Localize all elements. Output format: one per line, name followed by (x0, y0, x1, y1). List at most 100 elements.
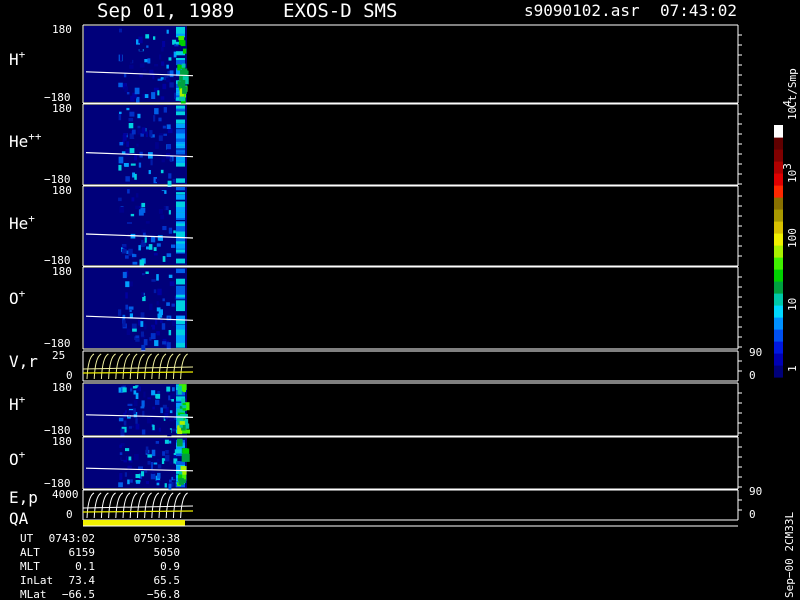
spectrogram-cell (123, 420, 127, 426)
spectrogram-cell (118, 417, 124, 422)
spectrogram-cell (162, 41, 166, 47)
trajectory-curve (144, 353, 152, 380)
spectrogram-cell (133, 441, 138, 445)
spectrogram-cell (138, 245, 141, 251)
spectrogram-cell (168, 483, 172, 490)
spectrogram-cell (138, 36, 143, 44)
spectrogram-cell (171, 303, 175, 307)
spectrogram-cell (120, 428, 125, 436)
spectrogram-cell (119, 142, 124, 146)
spectrogram-cell (158, 117, 162, 122)
spectrogram-cell (142, 69, 147, 72)
spectrogram-cell (132, 253, 137, 258)
spectrogram-cell (151, 92, 156, 99)
spectrogram-cell (153, 462, 158, 465)
footer-row-key: MLat (20, 588, 47, 600)
panel-o2: O+180−180 (9, 435, 742, 490)
spectrogram-cell (145, 221, 151, 224)
spectrogram-cell (129, 148, 135, 154)
colorbar-swatch (774, 233, 783, 246)
reference-trace (82, 371, 194, 374)
spectrogram-cell (153, 247, 157, 251)
spectrogram-cell (119, 206, 125, 213)
trajectory-curve (165, 353, 174, 380)
spectrogram-cell (118, 309, 122, 316)
spectrogram-cell (130, 163, 136, 166)
trajectory-curve (172, 492, 181, 519)
spectrogram-cell (167, 429, 172, 437)
spectrogram-cell (176, 207, 185, 213)
spectrogram-figure: Sep 01, 1989 EXOS-D SMS s9090102.asr 07:… (9, 0, 799, 600)
spectrogram-cell (171, 259, 176, 262)
spectrogram-cell (118, 482, 123, 488)
spectrogram-cell (147, 460, 151, 465)
spectrogram-cell (141, 471, 145, 477)
spectrogram-cell (176, 156, 185, 161)
footer-row-value-end: 0.9 (160, 560, 180, 573)
colorbar-swatch (774, 269, 783, 282)
spectrogram-cell (119, 452, 123, 455)
spectrogram-cell (135, 418, 138, 424)
footer-row-value-start: 73.4 (69, 574, 96, 587)
spectrogram-cell (178, 96, 186, 102)
spectrogram-cell (176, 145, 185, 148)
spectrogram-cell (137, 410, 141, 415)
footer-row-value-end: 5050 (154, 546, 181, 559)
colorbar-swatch (774, 281, 783, 294)
footer-row: ALT 6159 5050 (20, 546, 180, 559)
colorbar-tick-label: 103 (781, 163, 799, 183)
trajectory-curve (93, 492, 102, 519)
spectrogram-cell (130, 410, 134, 415)
spectrogram-cell (139, 259, 145, 266)
qa-label: QA (9, 509, 29, 528)
spectrogram-cell (125, 281, 130, 288)
panel-top-tick: 4000 (52, 488, 79, 501)
spectrogram-cell (145, 34, 150, 39)
spectrogram-cell (151, 449, 156, 457)
panel-label-o1: O+ (9, 287, 26, 308)
spectrogram-cell (146, 49, 151, 52)
spectrogram-cell (176, 258, 185, 263)
spectrogram-cell (172, 387, 175, 392)
spectrogram-cell (134, 251, 138, 255)
spectrogram-cell (118, 164, 122, 171)
spectrogram-cell (160, 190, 165, 195)
spectrogram-cell (163, 133, 167, 136)
spectrogram-cell (182, 86, 187, 94)
spectrogram-cell (159, 69, 163, 77)
spectrogram-cell (173, 230, 176, 234)
spectrogram-cell (176, 338, 185, 343)
footer-info-table: UT 0743:02 0750:38ALT 6159 5050MLT 0.1 0.9InLa… (20, 532, 180, 600)
spectrogram-cell (129, 228, 135, 234)
panel-h1: H+180−180 (9, 23, 742, 104)
spectrogram-cell (169, 281, 175, 286)
spectrogram-cell (176, 123, 185, 129)
panel-label-vr: V,r (9, 352, 38, 371)
spectrogram-cell (121, 249, 127, 254)
spectrogram-cell (154, 64, 159, 67)
colorbar-tick-label: 10 (786, 298, 799, 311)
colorbar-swatch (774, 221, 783, 234)
spectrogram-cell (166, 29, 169, 34)
spectrogram-cell (164, 413, 169, 420)
spectrogram-cell (145, 481, 149, 485)
spectrogram-cell (123, 122, 127, 127)
spectrogram-cell (127, 479, 130, 485)
spectrogram-cell (176, 141, 185, 145)
spectrogram-cell (150, 473, 156, 480)
spectrogram-cell (143, 339, 148, 346)
spectrogram-cell (119, 54, 122, 61)
spectrogram-cell (123, 133, 128, 136)
spectrogram-cell (161, 458, 165, 464)
spectrogram-cell (176, 133, 185, 137)
spectrogram-cell (176, 192, 185, 195)
spectrogram-cell (130, 479, 133, 483)
spectrogram-cell (168, 210, 171, 215)
spectrogram-cell (176, 329, 185, 335)
spectrogram-cell (151, 279, 156, 282)
panel-he1: He+180−180 (9, 184, 742, 267)
spectrogram-cell (129, 310, 132, 313)
spectrogram-cell (131, 197, 135, 202)
colorbar-swatch (774, 341, 783, 354)
spectrogram-cell (153, 28, 157, 34)
